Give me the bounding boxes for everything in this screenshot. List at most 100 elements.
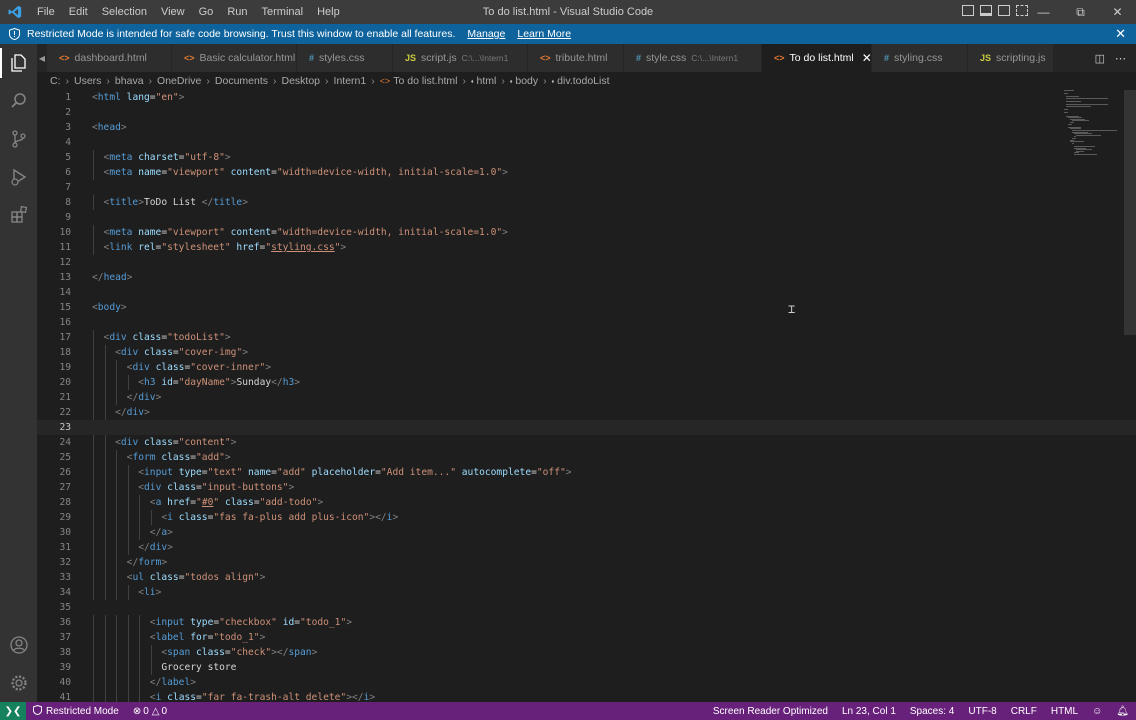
code-line[interactable]: 16 [37, 315, 1136, 330]
manage-gear-icon[interactable] [0, 664, 37, 702]
breadcrumb-item[interactable]: Users [74, 75, 101, 87]
code-line[interactable]: 14 [37, 285, 1136, 300]
menu-terminal[interactable]: Terminal [255, 0, 311, 24]
code-line[interactable]: 25 <form class="add"> [37, 450, 1136, 465]
run-debug-icon[interactable] [0, 158, 37, 196]
more-actions-icon[interactable]: ⋯ [1115, 52, 1126, 65]
tab-tribute-html[interactable]: <> tribute.html [528, 44, 624, 72]
code-line[interactable]: 23 [37, 420, 1136, 435]
tab-script-js[interactable]: JS script.js C:\...\Intern1 [393, 44, 528, 72]
search-icon[interactable] [0, 82, 37, 120]
code-line[interactable]: 3 <head> [37, 120, 1136, 135]
code-line[interactable]: 7 [37, 180, 1136, 195]
code-line[interactable]: 39 Grocery store [37, 660, 1136, 675]
tab-styles-css[interactable]: # styles.css [297, 44, 393, 72]
code-line[interactable]: 13 </head> [37, 270, 1136, 285]
code-line[interactable]: 34 <li> [37, 585, 1136, 600]
code-line[interactable]: 17 <div class="todoList"> [37, 330, 1136, 345]
language-mode[interactable]: HTML [1044, 706, 1085, 717]
menu-help[interactable]: Help [310, 0, 347, 24]
code-line[interactable]: 31 </div> [37, 540, 1136, 555]
split-editor-icon[interactable]: ◫ [1095, 52, 1105, 65]
breadcrumb-item[interactable]: html [476, 75, 496, 87]
feedback-icon[interactable]: ☺ [1085, 706, 1109, 717]
code-line[interactable]: 8 <title>ToDo List </title> [37, 195, 1136, 210]
remote-indicator-icon[interactable]: ❯❮ [0, 702, 26, 720]
notifications-bell-icon[interactable]: 🔔︎ [1109, 706, 1136, 717]
cursor-position[interactable]: Ln 23, Col 1 [835, 706, 903, 717]
code-line[interactable]: 20 <h3 id="dayName">Sunday</h3> [37, 375, 1136, 390]
minimap[interactable] [1064, 90, 1124, 160]
code-editor[interactable]: 41 <i class="far fa-trash-alt delete"></i… [37, 90, 1136, 702]
code-line[interactable]: 2 [37, 105, 1136, 120]
code-line[interactable]: 9 [37, 210, 1136, 225]
learn-more-link[interactable]: Learn More [517, 28, 571, 40]
code-line[interactable]: 40 </label> [37, 675, 1136, 690]
code-line[interactable]: 15 <body> [37, 300, 1136, 315]
code-line[interactable]: 6 <meta name="viewport" content="width=de… [37, 165, 1136, 180]
breadcrumb-item[interactable]: div.todoList [557, 75, 609, 87]
restore-icon[interactable]: ⧉ [1062, 0, 1099, 24]
code-line[interactable]: 22 </div> [37, 405, 1136, 420]
tab-scroll-left-icon[interactable]: ◀ [37, 44, 47, 72]
code-line[interactable]: 19 <div class="cover-inner"> [37, 360, 1136, 375]
code-line[interactable]: 32 </form> [37, 555, 1136, 570]
close-window-icon[interactable]: ✕ [1099, 0, 1136, 24]
code-line[interactable]: 1 <html lang="en"> [37, 90, 1136, 105]
end-of-line[interactable]: CRLF [1004, 706, 1044, 717]
code-line[interactable]: 36 <input type="checkbox" id="todo_1"> [37, 615, 1136, 630]
breadcrumb-item[interactable]: To do list.html [393, 75, 457, 87]
code-line[interactable]: 18 <div class="cover-img"> [37, 345, 1136, 360]
scroll-thumb[interactable] [1124, 90, 1136, 335]
code-line[interactable]: 4 [37, 135, 1136, 150]
screen-reader-status[interactable]: Screen Reader Optimized [706, 706, 835, 717]
code-line[interactable]: 27 <div class="input-buttons"> [37, 480, 1136, 495]
minimize-icon[interactable]: — [1025, 0, 1062, 24]
encoding[interactable]: UTF-8 [961, 706, 1003, 717]
manage-link[interactable]: Manage [467, 28, 505, 40]
code-line[interactable]: 29 <i class="fas fa-plus add plus-icon"><… [37, 510, 1136, 525]
close-tab-icon[interactable]: ✕ [862, 51, 872, 65]
breadcrumb-item[interactable]: Desktop [282, 75, 321, 87]
menu-selection[interactable]: Selection [95, 0, 154, 24]
code-line[interactable]: 26 <input type="text" name="add" placehol… [37, 465, 1136, 480]
code-line[interactable]: 33 <ul class="todos align"> [37, 570, 1136, 585]
tab-to-do-list-html[interactable]: <> To do list.html ✕ [762, 44, 872, 72]
tab-dashboard-html[interactable]: <> dashboard.html [47, 44, 172, 72]
problems-status[interactable]: ⊗ 0 △ 0 [126, 706, 174, 717]
menu-go[interactable]: Go [192, 0, 221, 24]
code-line[interactable]: 30 </a> [37, 525, 1136, 540]
code-line[interactable]: 35 [37, 600, 1136, 615]
code-line[interactable]: 41 <i class="far fa-trash-alt delete"></i… [37, 690, 1136, 702]
close-icon[interactable]: ✕ [1115, 26, 1126, 42]
restricted-mode-status[interactable]: Restricted Mode [26, 704, 126, 718]
tab-basic-calculator-html[interactable]: <> Basic calculator.html [172, 44, 297, 72]
toggle-sidebar-icon[interactable] [962, 5, 974, 16]
source-control-icon[interactable] [0, 120, 37, 158]
tab-style-css[interactable]: # style.css C:\...\Intern1 [624, 44, 762, 72]
menu-view[interactable]: View [154, 0, 192, 24]
code-line[interactable]: 11 <link rel="stylesheet" href="styling.c… [37, 240, 1136, 255]
tab-scripting-js[interactable]: JS scripting.js [968, 44, 1054, 72]
menu-file[interactable]: File [30, 0, 62, 24]
breadcrumb-item[interactable]: bhava [115, 75, 144, 87]
account-icon[interactable] [0, 626, 37, 664]
breadcrumb-item[interactable]: Documents [215, 75, 268, 87]
code-line[interactable]: 38 <span class="check"></span> [37, 645, 1136, 660]
breadcrumb-item[interactable]: C: [50, 75, 61, 87]
editor-scrollbar[interactable] [1124, 90, 1136, 702]
breadcrumb-item[interactable]: Intern1 [334, 75, 367, 87]
tab-styling-css[interactable]: # styling.css [872, 44, 968, 72]
code-line[interactable]: 5 <meta charset="utf-8"> [37, 150, 1136, 165]
toggle-panel-icon[interactable] [980, 5, 992, 16]
menu-run[interactable]: Run [220, 0, 254, 24]
code-line[interactable]: 10 <meta name="viewport" content="width=d… [37, 225, 1136, 240]
code-line[interactable]: 24 <div class="content"> [37, 435, 1136, 450]
menu-edit[interactable]: Edit [62, 0, 95, 24]
extensions-icon[interactable] [0, 196, 37, 234]
indentation[interactable]: Spaces: 4 [903, 706, 961, 717]
breadcrumb-item[interactable]: OneDrive [157, 75, 201, 87]
explorer-icon[interactable] [0, 44, 37, 82]
toggle-secondary-sidebar-icon[interactable] [998, 5, 1010, 16]
code-line[interactable]: 21 </div> [37, 390, 1136, 405]
